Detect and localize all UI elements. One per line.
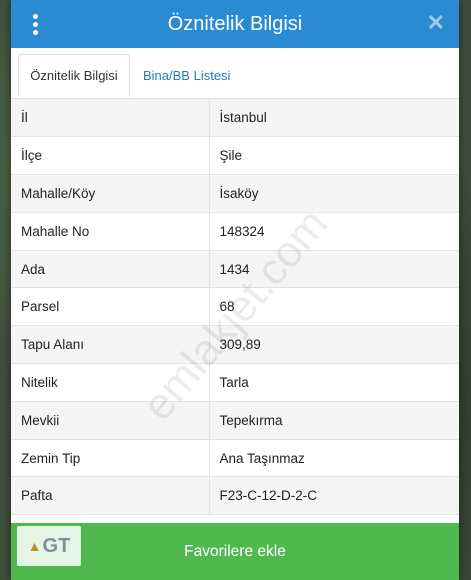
table-row: Zemin Tip Ana Taşınmaz — [11, 439, 459, 478]
attribute-table: İl İstanbul İlçe Şile Mahalle/Köy İsaköy Ma… — [11, 99, 459, 516]
row-value: İsaköy — [209, 174, 459, 213]
row-key: Ada — [11, 250, 210, 289]
row-key: Nitelik — [11, 363, 210, 402]
row-value: F23-C-12-D-2-C — [209, 476, 459, 516]
close-icon[interactable]: ✕ — [427, 10, 445, 36]
table-row: Nitelik Tarla — [11, 363, 459, 402]
table-row: Tapu Alanı 309,89 — [11, 325, 459, 365]
dialog-header: Öznitelik Bilgisi ✕ — [11, 0, 459, 48]
table-row: Mahalle/Köy İsaköy — [11, 174, 459, 213]
table-row: Parsel 68 — [11, 287, 459, 327]
row-value: Tepekırma — [209, 401, 459, 440]
table-row: Ada 1434 — [11, 250, 459, 289]
table-row: Mevkii Tepekırma — [11, 401, 459, 440]
row-value: 309,89 — [209, 325, 459, 365]
table-row: İl İstanbul — [11, 99, 459, 138]
logo-text: GT — [42, 534, 71, 557]
row-key: Mahalle/Köy — [11, 174, 210, 213]
triangle-logo-icon: ▲ — [27, 538, 42, 554]
attribute-info-dialog: Öznitelik Bilgisi ✕ Öznitelik Bilgisi Bi… — [11, 0, 459, 580]
agt-logo: ▲ GT — [17, 526, 81, 566]
dialog-title: Öznitelik Bilgisi — [167, 12, 303, 35]
row-value: 68 — [209, 287, 459, 327]
row-value: 148324 — [209, 212, 459, 251]
row-value: Şile — [209, 136, 459, 176]
attribute-table-wrapper: İl İstanbul İlçe Şile Mahalle/Köy İsaköy Ma… — [11, 99, 459, 529]
table-row: Mahalle No 148324 — [11, 212, 459, 251]
row-value: 1434 — [209, 250, 459, 289]
tab-attribute-info[interactable]: Öznitelik Bilgisi — [18, 54, 130, 97]
row-key: İl — [11, 99, 210, 138]
row-key: Pafta — [11, 476, 210, 516]
row-value: Tarla — [209, 363, 459, 402]
row-key: Mahalle No — [11, 212, 210, 251]
row-key: Zemin Tip — [11, 439, 210, 478]
row-key: İlçe — [11, 136, 210, 176]
row-key: Tapu Alanı — [11, 325, 210, 365]
row-value: Ana Taşınmaz — [209, 439, 459, 478]
row-value: İstanbul — [209, 99, 459, 138]
tab-bar: Öznitelik Bilgisi Bina/BB Listesi — [11, 48, 459, 99]
table-row: İlçe Şile — [11, 136, 459, 176]
table-row: Pafta F23-C-12-D-2-C — [11, 476, 459, 516]
tab-building-list[interactable]: Bina/BB Listesi — [133, 54, 240, 97]
menu-dots-icon[interactable] — [11, 0, 59, 48]
row-key: Parsel — [11, 287, 210, 327]
row-key: Mevkii — [11, 401, 210, 440]
